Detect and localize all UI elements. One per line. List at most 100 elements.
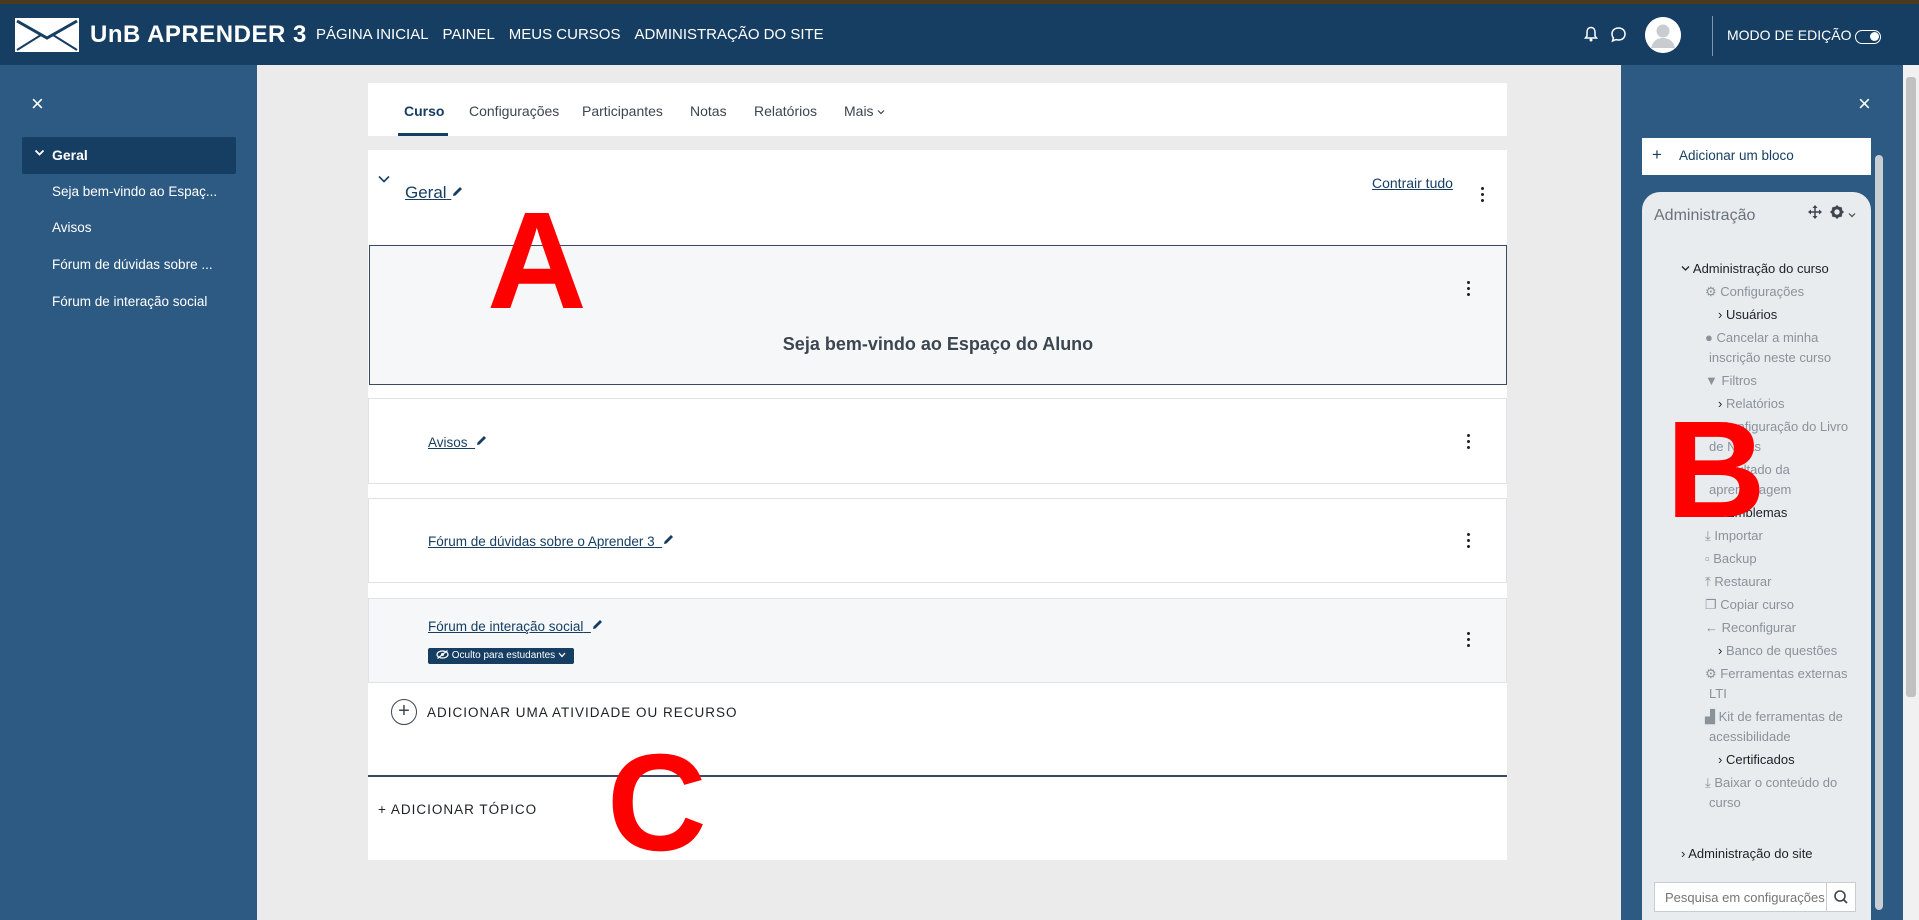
close-course-index-icon[interactable]: × — [31, 93, 44, 115]
copy-icon: ❐ — [1705, 597, 1717, 612]
collapse-all-link[interactable]: Contrair tudo — [1372, 175, 1453, 191]
nav-site-admin[interactable]: ADMINISTRAÇÃO DO SITE — [634, 26, 823, 43]
edit-mode-toggle[interactable] — [1855, 30, 1881, 44]
nav-dashboard[interactable]: PAINEL — [443, 26, 495, 43]
chevron-right-icon: › — [1718, 752, 1723, 767]
activity-menu-icon[interactable] — [1467, 434, 1471, 452]
label-menu-icon[interactable] — [1467, 281, 1471, 299]
tree-lti[interactable]: ⚙ Ferramentas externas — [1705, 666, 1847, 682]
chart-icon: ▟ — [1705, 709, 1715, 724]
tree-configuracoes[interactable]: ⚙ Configurações — [1705, 284, 1804, 300]
hidden-from-students-badge[interactable]: Oculto para estudantes — [428, 648, 574, 664]
tree-filtros[interactable]: ▼ Filtros — [1705, 373, 1757, 388]
activity-avisos[interactable]: Avisos — [368, 398, 1507, 484]
tree-label: Baixar o conteúdo do — [1714, 775, 1838, 790]
add-activity-button[interactable]: + ADICIONAR UMA ATIVIDADE OU RECURSO — [391, 699, 738, 725]
add-activity-label: ADICIONAR UMA ATIVIDADE OU RECURSO — [427, 704, 738, 720]
nav-my-courses[interactable]: MEUS CURSOS — [509, 26, 621, 43]
tree-label: Certificados — [1725, 752, 1795, 767]
close-block-drawer-icon[interactable]: × — [1858, 93, 1871, 115]
tree-cancelar[interactable]: ● Cancelar a minha — [1705, 330, 1818, 345]
unb-logo-icon[interactable] — [15, 18, 79, 52]
plus-icon: + — [1652, 145, 1662, 164]
tree-reconfigurar[interactable]: ← Reconfigurar — [1705, 620, 1796, 635]
section-title[interactable]: Geral — [405, 183, 464, 203]
chevron-down-icon[interactable] — [1848, 211, 1856, 219]
move-icon[interactable] — [1808, 205, 1822, 219]
tab-mais-label: Mais — [844, 103, 874, 119]
section-menu-icon[interactable] — [1481, 187, 1485, 205]
upload-icon: ⤒ — [1705, 574, 1711, 589]
admin-search-button[interactable] — [1826, 882, 1856, 912]
main-nav: PÁGINA INICIAL PAINEL MEUS CURSOS ADMINI… — [316, 26, 824, 43]
tab-curso[interactable]: Curso — [404, 103, 444, 119]
tree-certificados[interactable]: › Certificados — [1718, 752, 1795, 767]
user-icon: ● — [1705, 330, 1713, 345]
window-scrollbar[interactable] — [1903, 65, 1919, 920]
tab-notas[interactable]: Notas — [690, 103, 727, 119]
course-index-section-geral[interactable]: Geral — [22, 137, 236, 174]
gear-icon[interactable] — [1830, 205, 1844, 219]
tree-label[interactable]: curso — [1709, 795, 1741, 810]
activity-forum-duvidas[interactable]: Fórum de dúvidas sobre o Aprender 3 — [368, 498, 1507, 583]
course-index-item[interactable]: Seja bem-vindo ao Espaç... — [52, 184, 217, 199]
tree-label: Filtros — [1721, 373, 1757, 388]
plus-circle-icon: + — [391, 699, 417, 725]
gear-icon: ⚙ — [1705, 666, 1717, 681]
tree-label[interactable]: inscrição neste curso — [1709, 350, 1831, 365]
window-scrollbar-thumb[interactable] — [1906, 77, 1916, 697]
tree-label: Configurações — [1720, 284, 1805, 299]
tree-label: Kit de ferramentas de — [1718, 709, 1843, 724]
edit-mode-label: MODO DE EDIÇÃO — [1727, 27, 1852, 43]
tab-configuracoes[interactable]: Configurações — [469, 103, 559, 119]
tree-restaurar[interactable]: ⤒ Restaurar — [1705, 574, 1771, 590]
tree-copiar[interactable]: ❐ Copiar curso — [1705, 597, 1794, 613]
annotation-c: C — [607, 726, 707, 880]
activity-menu-icon[interactable] — [1467, 632, 1471, 650]
tree-course-admin[interactable]: Administração do curso — [1681, 261, 1829, 276]
tab-relatorios[interactable]: Relatórios — [754, 103, 817, 119]
tree-label[interactable]: acessibilidade — [1709, 729, 1791, 744]
course-index-item[interactable]: Avisos — [52, 220, 92, 235]
pencil-icon[interactable] — [591, 618, 604, 631]
bell-icon[interactable] — [1583, 26, 1599, 42]
activity-forum-interacao[interactable]: Fórum de interação social Oculto para es… — [368, 598, 1507, 683]
tree-label: Restaurar — [1714, 574, 1772, 589]
add-topic-button[interactable]: + ADICIONAR TÓPICO — [378, 802, 537, 817]
activity-link[interactable]: Fórum de interação social — [428, 618, 604, 634]
tree-kit[interactable]: ▟ Kit de ferramentas de — [1705, 709, 1843, 725]
drawer-scrollbar[interactable] — [1875, 155, 1883, 910]
activity-name: Fórum de interação social — [428, 619, 584, 634]
tab-participantes[interactable]: Participantes — [582, 103, 663, 119]
pencil-icon[interactable] — [475, 434, 488, 447]
search-icon — [1834, 890, 1848, 904]
course-index-item[interactable]: Fórum de dúvidas sobre ... — [52, 257, 213, 272]
tree-baixar[interactable]: ⤓ Baixar o conteúdo do — [1705, 775, 1837, 791]
activity-link[interactable]: Avisos — [428, 434, 488, 450]
top-navbar: UnB APRENDER 3 PÁGINA INICIAL PAINEL MEU… — [0, 4, 1919, 65]
tree-label: Banco de questões — [1725, 643, 1838, 658]
tree-label: Backup — [1713, 551, 1757, 566]
course-index-item[interactable]: Fórum de interação social — [52, 294, 207, 309]
activity-menu-icon[interactable] — [1467, 533, 1471, 551]
tree-label: Usuários — [1725, 307, 1778, 322]
chat-icon[interactable] — [1610, 26, 1627, 43]
tree-label: Administração do site — [1688, 846, 1813, 861]
nav-home[interactable]: PÁGINA INICIAL — [316, 26, 429, 43]
user-avatar[interactable] — [1645, 17, 1681, 53]
pencil-icon[interactable] — [662, 533, 675, 546]
tab-mais[interactable]: Mais — [844, 103, 885, 119]
tree-usuarios[interactable]: › Usuários — [1718, 307, 1777, 322]
admin-search-input[interactable] — [1654, 882, 1854, 912]
tree-banco[interactable]: › Banco de questões — [1718, 643, 1837, 658]
tree-label[interactable]: LTI — [1709, 686, 1727, 701]
add-block-button[interactable]: + Adicionar um bloco — [1642, 138, 1871, 175]
brand-name[interactable]: UnB APRENDER 3 — [90, 21, 307, 49]
section-collapse-icon[interactable] — [377, 172, 391, 191]
tree-site-admin[interactable]: › Administração do site — [1681, 846, 1813, 861]
tree-backup[interactable]: ▫ Backup — [1705, 551, 1757, 566]
activity-link[interactable]: Fórum de dúvidas sobre o Aprender 3 — [428, 533, 675, 549]
section-divider — [368, 775, 1507, 777]
chevron-right-icon: › — [1718, 643, 1723, 658]
pencil-icon[interactable] — [451, 185, 464, 198]
